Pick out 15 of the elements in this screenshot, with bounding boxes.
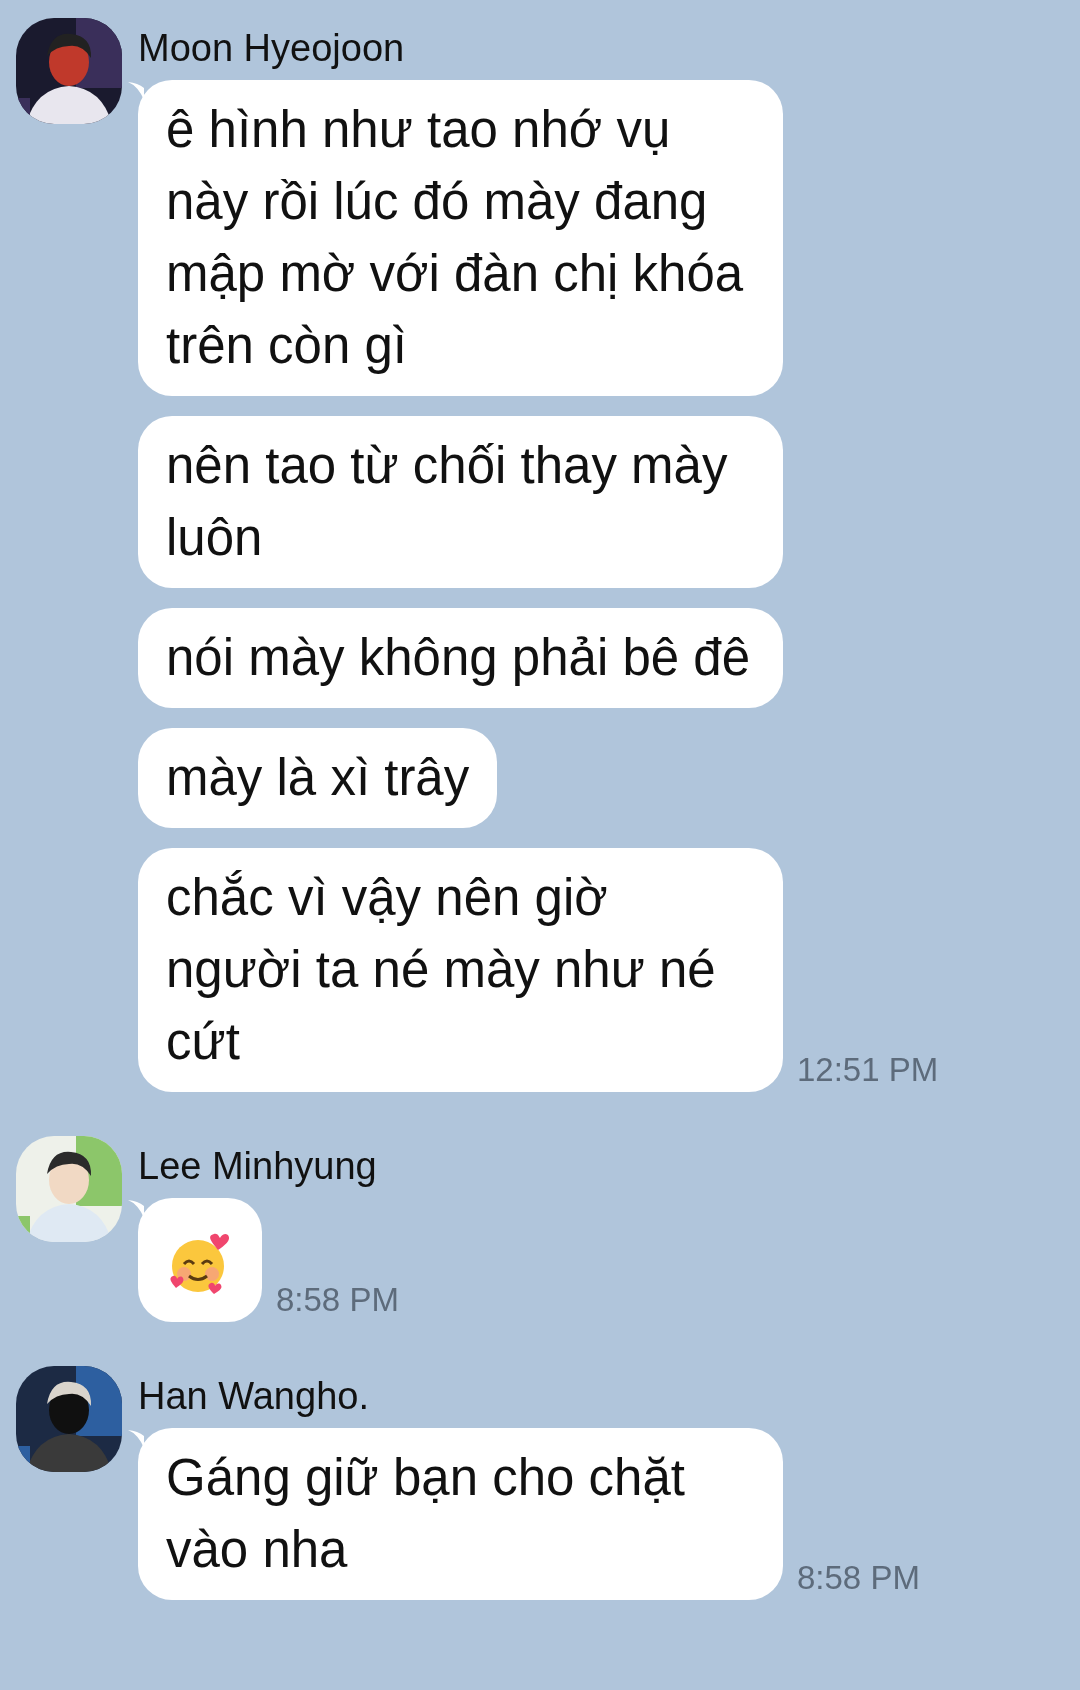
message-bubble: chắc vì vậy nên giờ người ta né mày như né cứt [138, 848, 783, 1092]
timestamp: 8:58 PM [797, 1558, 920, 1598]
message-bubble: nói mày không phải bê đê [138, 608, 783, 708]
timestamp: 12:51 PM [797, 1050, 939, 1090]
message-bubble: ê hình như tao nhớ vụ này rồi lúc đó mày đang mập mờ với đàn chị khóa trên còn gì [138, 80, 783, 396]
bubble-tail [128, 82, 144, 100]
message-bubble: Gáng giữ bạn cho chặt vào nha [138, 1428, 783, 1600]
bubble-tail [128, 1430, 144, 1448]
timestamp: 8:58 PM [276, 1280, 399, 1320]
message-bubble: nên tao từ chối thay mày luôn [138, 416, 783, 588]
sender-name: Moon Hyeojoon [138, 26, 406, 70]
message-bubble: mày là xì trây [138, 728, 498, 828]
sender-name: Lee Minhyung [138, 1144, 378, 1188]
sender-name: Han Wangho. [138, 1374, 370, 1418]
smiling-face-with-hearts-icon [168, 1231, 232, 1296]
